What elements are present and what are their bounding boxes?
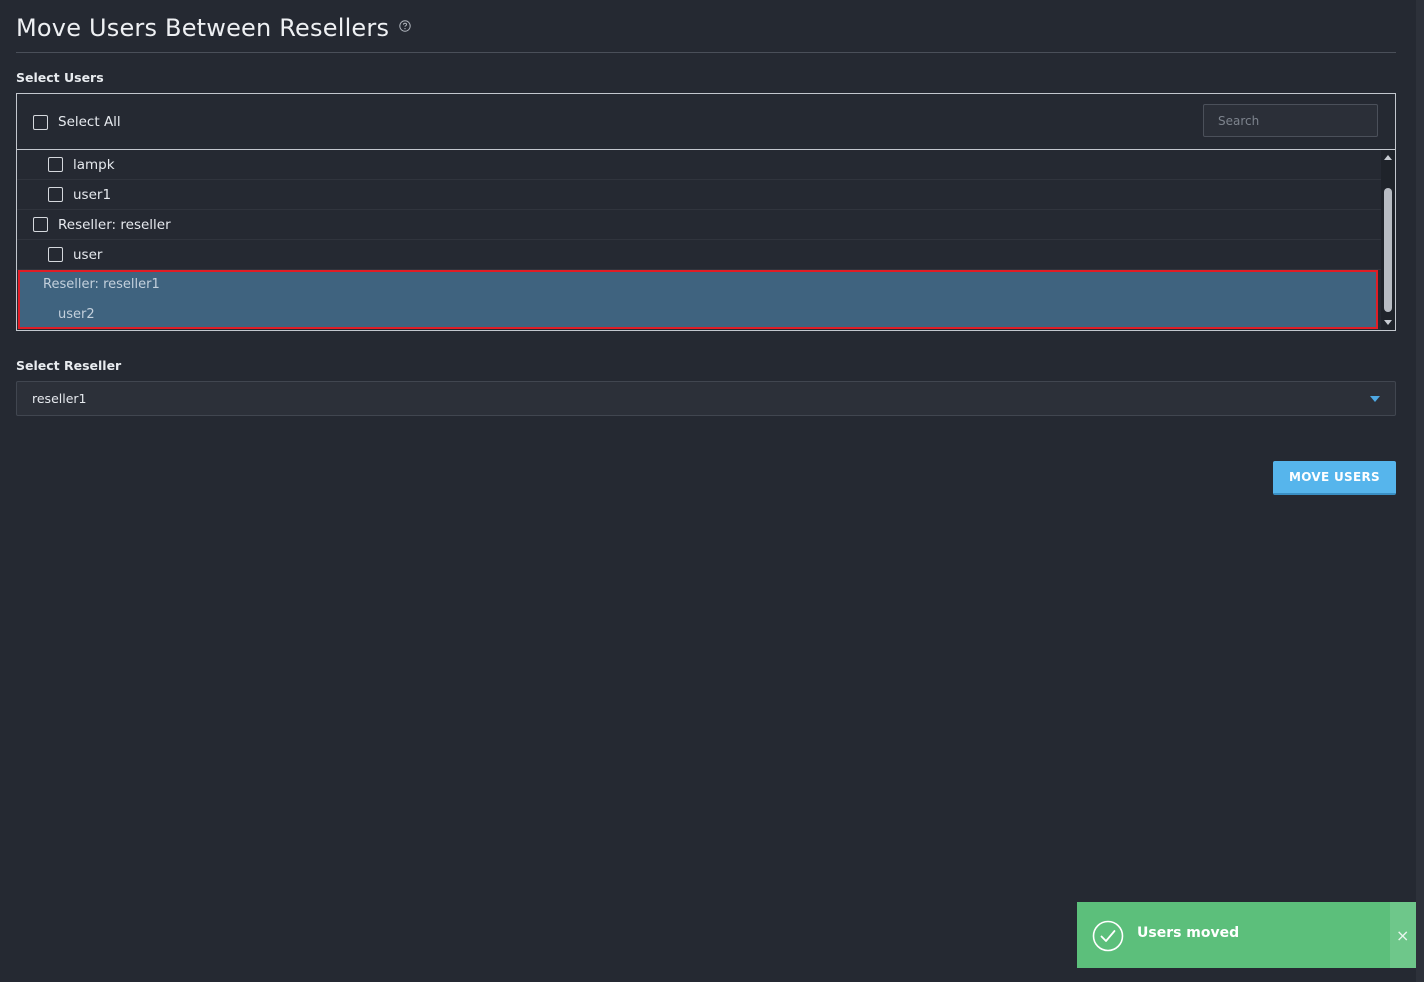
check-circle-icon <box>1092 920 1124 952</box>
reseller-select[interactable]: reseller1 <box>16 381 1396 416</box>
reseller-select-value: reseller1 <box>32 391 87 406</box>
page-title: Move Users Between Resellers <box>16 14 390 42</box>
user-checkbox[interactable] <box>48 247 63 262</box>
list-item[interactable]: Reseller: reseller <box>17 210 1381 240</box>
user-label: user1 <box>73 187 112 203</box>
users-list-scrollbar[interactable] <box>1381 150 1395 330</box>
close-icon[interactable]: × <box>1396 926 1409 945</box>
users-list-box: Select All lampk user1 Reseller: reselle… <box>16 93 1396 331</box>
search-input[interactable] <box>1203 104 1378 137</box>
move-users-button[interactable]: MOVE USERS <box>1273 461 1396 495</box>
scroll-up-arrow-icon[interactable] <box>1384 155 1392 160</box>
users-list-header: Select All <box>17 94 1395 150</box>
user-label: lampk <box>73 157 115 173</box>
scroll-thumb[interactable] <box>1384 188 1392 312</box>
page-scroll-gutter <box>1416 0 1424 982</box>
user-label: user <box>73 247 103 263</box>
reseller-checkbox[interactable] <box>33 217 48 232</box>
user-checkbox[interactable] <box>48 187 63 202</box>
chevron-down-icon <box>1370 396 1380 402</box>
select-users-label: Select Users <box>16 70 104 85</box>
success-toast: Users moved × <box>1077 902 1416 968</box>
list-item[interactable]: user <box>17 240 1381 270</box>
select-all-checkbox[interactable] <box>33 115 48 130</box>
toast-close-area[interactable]: × <box>1390 902 1416 968</box>
toast-message: Users moved <box>1137 925 1240 941</box>
list-item[interactable]: user1 <box>17 180 1381 210</box>
list-item[interactable]: lampk <box>17 150 1381 180</box>
user-label: user2 <box>58 307 95 322</box>
help-icon[interactable] <box>399 20 411 32</box>
select-all-label[interactable]: Select All <box>58 114 121 130</box>
reseller-label: Reseller: reseller <box>58 217 171 233</box>
scroll-down-arrow-icon[interactable] <box>1384 320 1392 325</box>
select-reseller-label: Select Reseller <box>16 358 122 373</box>
reseller-label: Reseller: reseller1 <box>43 277 160 292</box>
user-checkbox[interactable] <box>48 157 63 172</box>
page-header: Move Users Between Resellers <box>16 12 1396 53</box>
disabled-reseller-group: Reseller: reseller1 user2 <box>18 270 1378 329</box>
users-list: lampk user1 Reseller: reseller user Rese… <box>17 150 1381 330</box>
